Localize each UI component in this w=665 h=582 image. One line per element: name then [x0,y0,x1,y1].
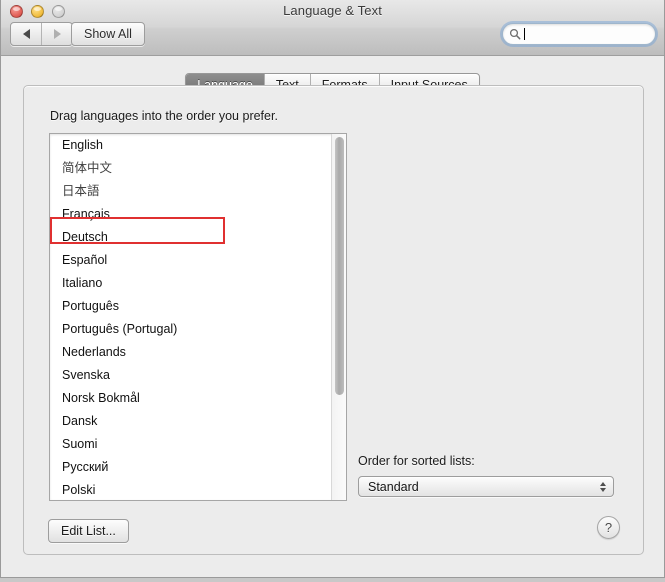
magnifier-icon [509,28,521,40]
language-list-items: English 简体中文 日本語 Français Deutsch Español Ital… [50,134,330,500]
language-list-item[interactable]: Português (Portugal) [50,318,330,341]
sort-order-label: Order for sorted lists: [358,454,475,468]
question-mark-icon: ? [604,520,613,535]
back-button[interactable] [11,23,41,45]
triangle-left-icon [22,29,30,39]
preferences-window: Language & Text Show All Language [0,0,665,578]
language-list-item[interactable]: Suomi [50,433,330,456]
edit-list-button[interactable]: Edit List... [48,519,129,543]
search-field[interactable] [502,23,656,45]
forward-button[interactable] [41,23,72,45]
triangle-right-icon [53,29,61,39]
show-all-label: Show All [84,27,132,41]
language-list-item[interactable]: English [50,134,330,157]
language-list-item[interactable]: Português [50,295,330,318]
language-list-item[interactable]: 日本語 [50,180,330,203]
navigation-segmented-control [10,22,73,46]
language-list-item[interactable]: Dansk [50,410,330,433]
window-titlebar: Language & Text Show All [1,0,664,56]
language-list-item[interactable]: 简体中文 [50,157,330,180]
language-list-item[interactable]: Русский [50,456,330,479]
language-list[interactable]: English 简体中文 日本語 Français Deutsch Español Ital… [49,133,347,501]
language-list-item[interactable]: Français [50,203,330,226]
language-list-item[interactable]: Norsk Bokmål [50,387,330,410]
language-list-scrollbar[interactable] [331,134,346,500]
chevron-updown-icon [600,481,606,492]
sort-order-popup-button[interactable]: Standard [358,476,614,497]
language-list-item[interactable]: Svenska [50,364,330,387]
arrow-up-icon [600,481,606,486]
content-panel: Drag languages into the order you prefer… [23,85,644,555]
search-caret [524,28,525,40]
language-list-item[interactable]: Polski [50,479,330,500]
language-list-item[interactable]: Deutsch [50,226,330,249]
arrow-down-icon [600,487,606,492]
scrollbar-thumb[interactable] [335,137,344,395]
show-all-button[interactable]: Show All [71,22,145,46]
language-list-item[interactable]: Nederlands [50,341,330,364]
search-input[interactable] [526,27,636,41]
language-list-item[interactable]: Español [50,249,330,272]
drag-hint-label: Drag languages into the order you prefer… [50,109,278,123]
window-title: Language & Text [283,3,382,18]
help-button[interactable]: ? [597,516,620,539]
language-list-item[interactable]: Italiano [50,272,330,295]
edit-list-label: Edit List... [61,524,116,538]
sort-order-value: Standard [368,479,419,494]
